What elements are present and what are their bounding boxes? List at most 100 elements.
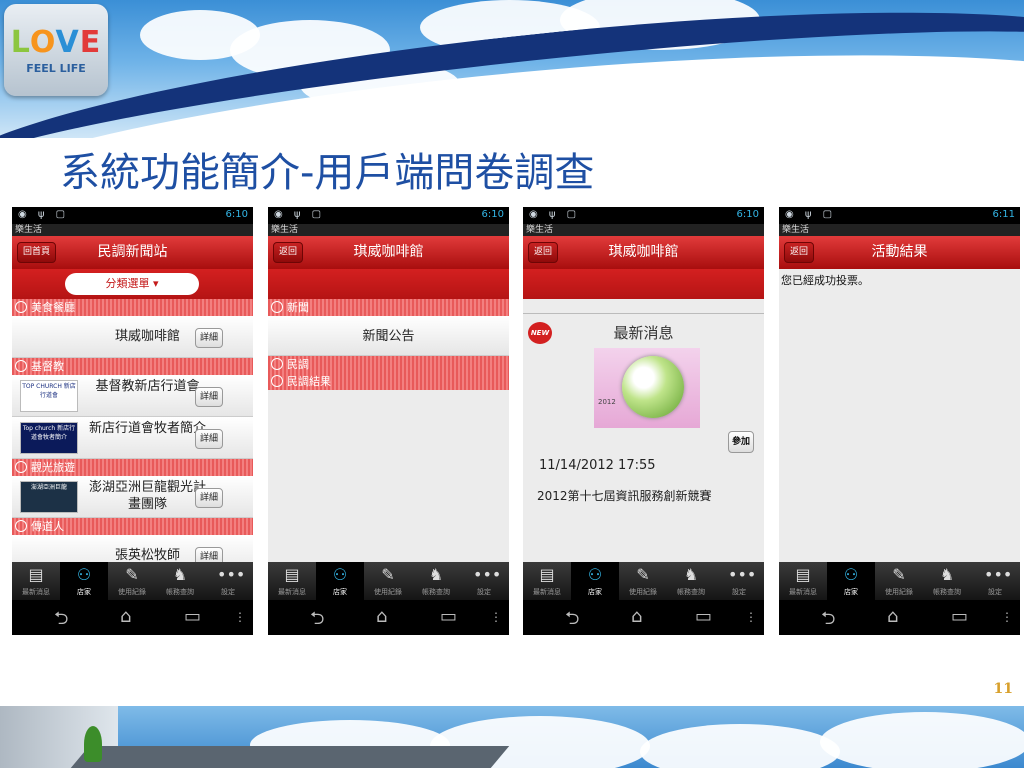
back-icon[interactable]: ⮌ <box>54 606 68 635</box>
tab-history[interactable]: ✎ 使用紀錄 <box>108 562 156 600</box>
home-icon[interactable]: ⌂ <box>120 606 131 627</box>
tab-account[interactable]: ♞ 帳務查詢 <box>156 562 204 600</box>
home-icon[interactable]: ⌂ <box>887 606 898 627</box>
join-button[interactable]: 參加 <box>728 431 754 453</box>
status-time: 6:10 <box>736 209 759 220</box>
account-icon: ♞ <box>172 565 188 584</box>
detail-button[interactable]: 詳細 <box>195 488 223 508</box>
more-icon: ••• <box>728 565 757 584</box>
page-number: 11 <box>993 681 1013 697</box>
section-header[interactable]: 基督教 <box>12 358 253 375</box>
news-card: NEW 最新消息 2012 參加 11/14/2012 17:55 2012第十… <box>523 313 764 548</box>
tab-settings[interactable]: ••• 設定 <box>460 562 508 600</box>
recents-icon[interactable]: ▭ <box>951 606 968 627</box>
home-icon[interactable]: ⌂ <box>631 606 642 627</box>
account-icon: ♞ <box>683 565 699 584</box>
tab-settings[interactable]: ••• 設定 <box>715 562 763 600</box>
back-icon[interactable]: ⮌ <box>565 606 579 635</box>
notification-icons: ◉ ψ ▢ <box>785 209 837 220</box>
recents-icon[interactable]: ▭ <box>695 606 712 627</box>
collapse-icon <box>271 301 283 313</box>
section-header[interactable]: 民調結果 <box>268 373 509 390</box>
app-header: 回首頁 民調新聞站 <box>12 236 253 269</box>
recents-icon[interactable]: ▭ <box>184 606 201 627</box>
history-icon: ✎ <box>892 565 906 584</box>
system-nav-bar: ⮌ ⌂ ▭ ⋮ <box>268 600 509 635</box>
phone-screen-store-list: ◉ ψ ▢ 6:10 樂生活 回首頁 民調新聞站 分類選單 ▾ 美食餐廳 琪威咖… <box>12 207 253 635</box>
news-icon: ▤ <box>28 565 44 584</box>
app-header: 返回 活動結果 <box>779 236 1020 269</box>
status-bar: ◉ ψ ▢ 6:11 <box>779 207 1020 224</box>
more-icon: ••• <box>984 565 1013 584</box>
category-dropdown[interactable]: 分類選單 ▾ <box>65 273 199 295</box>
tab-settings[interactable]: ••• 設定 <box>971 562 1019 600</box>
system-nav-bar: ⮌ ⌂ ▭ ⋮ <box>779 600 1020 635</box>
tab-bar: ▤ 最新消息 ⚇ 店家 ✎ 使用紀錄 ♞ 帳務查詢 ••• 設定 <box>12 562 253 600</box>
store-icon: ⚇ <box>587 565 603 584</box>
recents-icon[interactable]: ▭ <box>440 606 457 627</box>
app-name: 樂生活 <box>523 224 764 236</box>
tab-news[interactable]: ▤ 最新消息 <box>779 562 827 600</box>
phone-screen-latest-news: ◉ ψ ▢ 6:10 樂生活 返回 琪威咖啡館 NEW 最新消息 2012 參加… <box>523 207 764 635</box>
tab-history[interactable]: ✎ 使用紀錄 <box>364 562 412 600</box>
detail-button[interactable]: 詳細 <box>195 328 223 348</box>
top-banner: LOVE FEEL LIFE <box>0 0 1024 138</box>
app-header: 返回 琪威咖啡館 <box>268 236 509 269</box>
detail-button[interactable]: 詳細 <box>195 387 223 407</box>
phone-screen-store-detail: ◉ ψ ▢ 6:10 樂生活 返回 琪威咖啡館 新聞 新聞公告 民調 民調結果 … <box>268 207 509 635</box>
section-header[interactable]: 觀光旅遊 <box>12 459 253 476</box>
tab-account[interactable]: ♞ 帳務查詢 <box>412 562 460 600</box>
tab-news[interactable]: ▤ 最新消息 <box>12 562 60 600</box>
tab-news[interactable]: ▤ 最新消息 <box>268 562 316 600</box>
category-bar: 分類選單 ▾ <box>12 269 253 299</box>
home-icon[interactable]: ⌂ <box>376 606 387 627</box>
menu-icon[interactable]: ⋮ <box>234 610 246 624</box>
presentation-slide: { "logo": {"text_parts": ["L", "O", "V",… <box>0 0 1024 768</box>
list-item[interactable]: 澎湖亞洲巨龍 澎湖亞洲巨龍觀光計畫團隊 詳細 <box>12 476 253 518</box>
store-icon: ⚇ <box>76 565 92 584</box>
news-date: 11/14/2012 17:55 <box>539 458 656 473</box>
tab-store[interactable]: ⚇ 店家 <box>60 562 108 600</box>
history-icon: ✎ <box>125 565 139 584</box>
status-time: 6:11 <box>992 209 1015 220</box>
detail-button[interactable]: 詳細 <box>195 429 223 449</box>
list-item[interactable]: TOP CHURCH 新店行道會 基督教新店行道會 詳細 <box>12 375 253 417</box>
tab-account[interactable]: ♞ 帳務查詢 <box>923 562 971 600</box>
section-header[interactable]: 傳道人 <box>12 518 253 535</box>
header-title: 琪威咖啡館 <box>353 244 424 260</box>
back-icon[interactable]: ⮌ <box>821 606 835 635</box>
tab-bar: ▤ 最新消息 ⚇ 店家 ✎ 使用紀錄 ♞ 帳務查詢 ••• 設定 <box>268 562 509 600</box>
notification-icons: ◉ ψ ▢ <box>274 209 326 220</box>
menu-icon[interactable]: ⋮ <box>1001 610 1013 624</box>
tab-news[interactable]: ▤ 最新消息 <box>523 562 571 600</box>
collapse-icon <box>15 461 27 473</box>
globe-icon <box>622 356 684 418</box>
app-name: 樂生活 <box>12 224 253 236</box>
header-title: 琪威咖啡館 <box>608 244 679 260</box>
collapse-icon <box>15 360 27 372</box>
section-header[interactable]: 新聞 <box>268 299 509 316</box>
tab-history[interactable]: ✎ 使用紀錄 <box>875 562 923 600</box>
list-item[interactable]: Top church 新店行道會牧者簡介 新店行道會牧者簡介 詳細 <box>12 417 253 459</box>
tab-store[interactable]: ⚇ 店家 <box>827 562 875 600</box>
tab-store[interactable]: ⚇ 店家 <box>571 562 619 600</box>
tab-history[interactable]: ✎ 使用紀錄 <box>619 562 667 600</box>
tab-store[interactable]: ⚇ 店家 <box>316 562 364 600</box>
store-icon: ⚇ <box>843 565 859 584</box>
list-item[interactable]: 琪威咖啡館 詳細 <box>12 316 253 358</box>
menu-icon[interactable]: ⋮ <box>745 610 757 624</box>
section-header[interactable]: 美食餐廳 <box>12 299 253 316</box>
tab-account[interactable]: ♞ 帳務查詢 <box>667 562 715 600</box>
section-header[interactable]: 民調 <box>268 356 509 373</box>
list-item[interactable]: 新聞公告 <box>268 316 509 356</box>
red-bar <box>523 269 764 299</box>
tab-settings[interactable]: ••• 設定 <box>204 562 252 600</box>
news-event: 2012第十七屆資訊服務創新競賽 <box>537 489 712 503</box>
system-nav-bar: ⮌ ⌂ ▭ ⋮ <box>523 600 764 635</box>
menu-icon[interactable]: ⋮ <box>490 610 502 624</box>
back-icon[interactable]: ⮌ <box>310 606 324 635</box>
account-icon: ♞ <box>939 565 955 584</box>
status-time: 6:10 <box>225 209 248 220</box>
logo-subtitle: FEEL LIFE <box>26 62 86 75</box>
header-title: 民調新聞站 <box>97 244 168 260</box>
